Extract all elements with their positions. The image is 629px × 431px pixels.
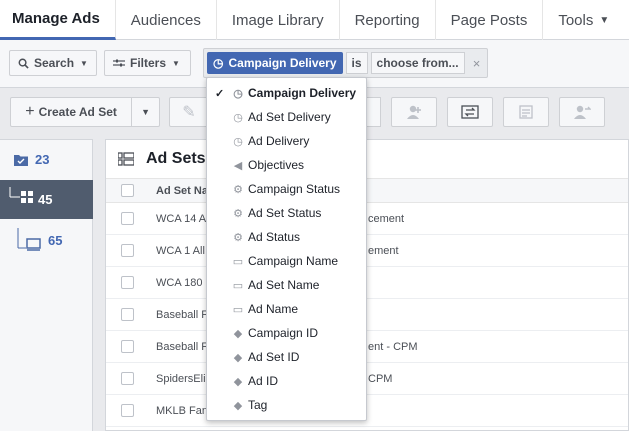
chevron-down-icon: ▼ [141, 107, 151, 117]
tag-icon: ◆ [233, 351, 243, 364]
chevron-down-icon: ▼ [172, 58, 180, 68]
pencil-icon: ✎ [182, 104, 196, 121]
swap-icon [461, 105, 479, 119]
ad-set-grid-icon [9, 186, 33, 203]
menu-item-ad-set-id[interactable]: ◆ Ad Set ID [207, 345, 366, 369]
tab-audiences[interactable]: Audiences [116, 0, 217, 40]
table-row[interactable]: MKLB Fan [106, 395, 628, 427]
ad-sets-panel: Ad Sets Ad Set Na WCA 14 Acement WCA 1 A… [105, 139, 629, 431]
table-row[interactable]: SpidersEli CPM [106, 363, 628, 395]
grid-icon [118, 152, 134, 166]
create-dropdown-button[interactable]: ▼ [132, 98, 159, 126]
create-ad-set-button[interactable]: + Create Ad Set [11, 98, 133, 126]
tab-manage-ads[interactable]: Manage Ads [0, 0, 116, 40]
row-checkbox[interactable] [121, 212, 134, 225]
sidebar-item-campaigns[interactable]: 23 [0, 140, 93, 179]
tab-page-posts[interactable]: Page Posts [436, 0, 544, 40]
panel-header: Ad Sets [106, 140, 628, 179]
menu-item-ad-set-name[interactable]: ▭ Ad Set Name [207, 273, 366, 297]
menu-item-campaign-delivery[interactable]: ✓ ◷ Campaign Delivery [207, 81, 366, 105]
filter-chip: ◷ Campaign Delivery is choose from... × [203, 48, 488, 78]
filter-field-dropdown: ✓ ◷ Campaign Delivery ◷ Ad Set Delivery ◷ Ad… [206, 77, 367, 421]
add-user-button[interactable] [391, 97, 437, 127]
chip-field-button[interactable]: ◷ Campaign Delivery [207, 52, 343, 74]
menu-item-ad-name[interactable]: ▭ Ad Name [207, 297, 366, 321]
clock-icon: ◷ [213, 56, 224, 70]
tab-image-library[interactable]: Image Library [217, 0, 340, 40]
table-row[interactable]: WCA 1 All ement [106, 235, 628, 267]
level-sidebar: 23 45 65 [0, 139, 93, 431]
book-icon: ▭ [232, 303, 244, 316]
gear-icon: ⚙ [233, 231, 243, 244]
search-button[interactable]: Search ▼ [9, 50, 97, 76]
edit-button[interactable]: ✎ [169, 97, 209, 127]
menu-item-ad-delivery[interactable]: ◷ Ad Delivery [207, 129, 366, 153]
menu-item-tag[interactable]: ◆ Tag [207, 393, 366, 417]
menu-item-ad-id[interactable]: ◆ Ad ID [207, 369, 366, 393]
close-icon[interactable]: × [470, 56, 484, 71]
menu-item-ad-status[interactable]: ⚙ Ad Status [207, 225, 366, 249]
table-row[interactable]: WCA 180 [106, 267, 628, 299]
tab-reporting[interactable]: Reporting [340, 0, 436, 40]
sidebar-item-ads[interactable]: 65 [0, 221, 93, 260]
search-icon [18, 58, 29, 69]
row-checkbox[interactable] [121, 340, 134, 353]
table-row[interactable]: Baseball Fent - CPM [106, 331, 628, 363]
menu-item-campaign-status[interactable]: ⚙ Campaign Status [207, 177, 366, 201]
campaign-folder-icon [14, 154, 28, 166]
clock-icon: ◷ [233, 135, 243, 148]
row-checkbox[interactable] [121, 244, 134, 257]
row-checkbox[interactable] [121, 308, 134, 321]
tab-tools[interactable]: Tools ▼ [543, 0, 624, 40]
share-user-button[interactable] [559, 97, 605, 127]
report-button[interactable] [503, 97, 549, 127]
menu-item-campaign-name[interactable]: ▭ Campaign Name [207, 249, 366, 273]
page-title: Ad Sets [146, 150, 206, 167]
top-nav: Manage Ads Audiences Image Library Repor… [0, 0, 629, 40]
sidebar-item-ad-sets[interactable]: 45 [0, 180, 93, 219]
filters-button[interactable]: Filters ▼ [104, 50, 191, 76]
menu-item-objectives[interactable]: ◀ Objectives [207, 153, 366, 177]
table-header: Ad Set Na [106, 179, 628, 203]
chip-operator[interactable]: is [345, 52, 368, 74]
create-ad-set-group: + Create Ad Set ▼ [10, 97, 160, 127]
menu-item-ad-set-delivery[interactable]: ◷ Ad Set Delivery [207, 105, 366, 129]
gear-icon: ⚙ [233, 207, 243, 220]
plus-icon: + [25, 103, 35, 120]
menu-item-campaign-id[interactable]: ◆ Campaign ID [207, 321, 366, 345]
table-row[interactable]: Baseball F [106, 299, 628, 331]
gear-icon: ⚙ [233, 183, 243, 196]
chip-value-select[interactable]: choose from... [370, 52, 465, 74]
report-icon [519, 105, 533, 119]
clock-icon: ◷ [233, 87, 243, 100]
checkmark-icon: ✓ [215, 87, 225, 100]
tag-icon: ◆ [233, 375, 243, 388]
add-user-icon [407, 105, 421, 119]
tag-icon: ◆ [233, 327, 243, 340]
clock-icon: ◷ [233, 111, 243, 124]
select-all-checkbox[interactable] [121, 184, 134, 197]
ad-monitor-icon [17, 227, 41, 251]
row-checkbox[interactable] [121, 372, 134, 385]
toolbar-partial-button[interactable] [367, 97, 381, 127]
row-checkbox[interactable] [121, 404, 134, 417]
share-user-icon [574, 105, 591, 119]
tag-icon: ◆ [233, 399, 243, 412]
chevron-down-icon: ▼ [599, 14, 610, 26]
sliders-icon [113, 59, 125, 67]
book-icon: ▭ [232, 279, 244, 292]
swap-button[interactable] [447, 97, 493, 127]
chevron-down-icon: ▼ [80, 58, 88, 68]
row-checkbox[interactable] [121, 276, 134, 289]
book-icon: ▭ [232, 255, 244, 268]
column-header-name[interactable]: Ad Set Na [156, 185, 208, 197]
megaphone-icon: ◀ [233, 159, 243, 172]
table-row[interactable]: WCA 14 Acement [106, 203, 628, 235]
menu-item-ad-set-status[interactable]: ⚙ Ad Set Status [207, 201, 366, 225]
